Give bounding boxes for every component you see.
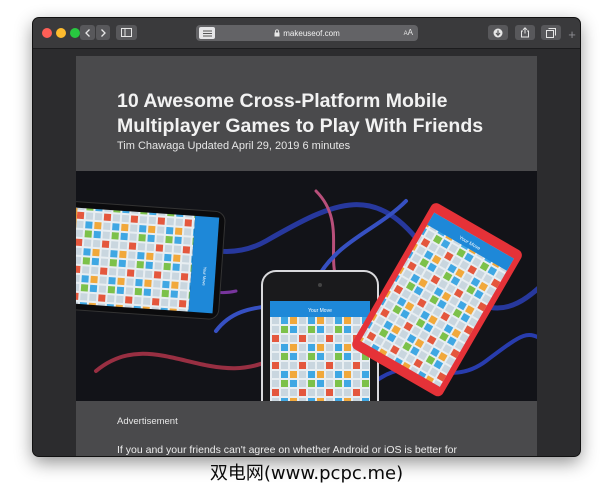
url-text: makeuseof.com: [283, 28, 340, 38]
close-icon[interactable]: [42, 28, 52, 38]
share-button[interactable]: [515, 25, 535, 40]
phone-header-center: Your Move: [308, 308, 332, 314]
downloads-button[interactable]: [488, 25, 508, 40]
minimize-icon[interactable]: [56, 28, 66, 38]
sidebar-icon: [121, 28, 132, 37]
browser-window: makeuseof.com AA 10 Awesome Cross-Platfo…: [33, 18, 580, 456]
chevron-right-icon: [101, 28, 106, 37]
browser-toolbar: makeuseof.com AA: [33, 18, 580, 49]
tab-overview-button[interactable]: [541, 25, 561, 40]
share-icon: [521, 27, 529, 38]
new-tab-button[interactable]: +: [565, 27, 579, 43]
hero-image: Your Move Your Move Your Move: [76, 171, 537, 401]
hero-illustration: Your Move Your Move Your Move: [76, 171, 537, 401]
forward-button[interactable]: [95, 25, 110, 40]
sidebar-button[interactable]: [116, 25, 137, 40]
zoom-icon[interactable]: [70, 28, 80, 38]
watermark: 双电网(www.pcpc.me): [209, 463, 404, 484]
reader-article: 10 Awesome Cross-Platform Mobile Multipl…: [76, 56, 537, 456]
lock-icon: [274, 29, 280, 37]
address-bar[interactable]: makeuseof.com AA: [196, 25, 418, 41]
article-body-text: If you and your friends can't agree on w…: [117, 444, 457, 456]
article-byline: Tim Chawaga Updated April 29, 2019 6 min…: [117, 140, 351, 152]
text-size-button[interactable]: AA: [404, 25, 413, 41]
tabs-icon: [546, 27, 556, 38]
page-content: 10 Awesome Cross-Platform Mobile Multipl…: [33, 49, 580, 456]
chevron-left-icon: [84, 28, 90, 37]
download-icon: [493, 28, 503, 37]
back-button[interactable]: [80, 25, 95, 40]
advertisement-label: Advertisement: [117, 416, 178, 427]
article-title: 10 Awesome Cross-Platform Mobile Multipl…: [117, 90, 484, 137]
plus-icon: +: [568, 27, 576, 42]
